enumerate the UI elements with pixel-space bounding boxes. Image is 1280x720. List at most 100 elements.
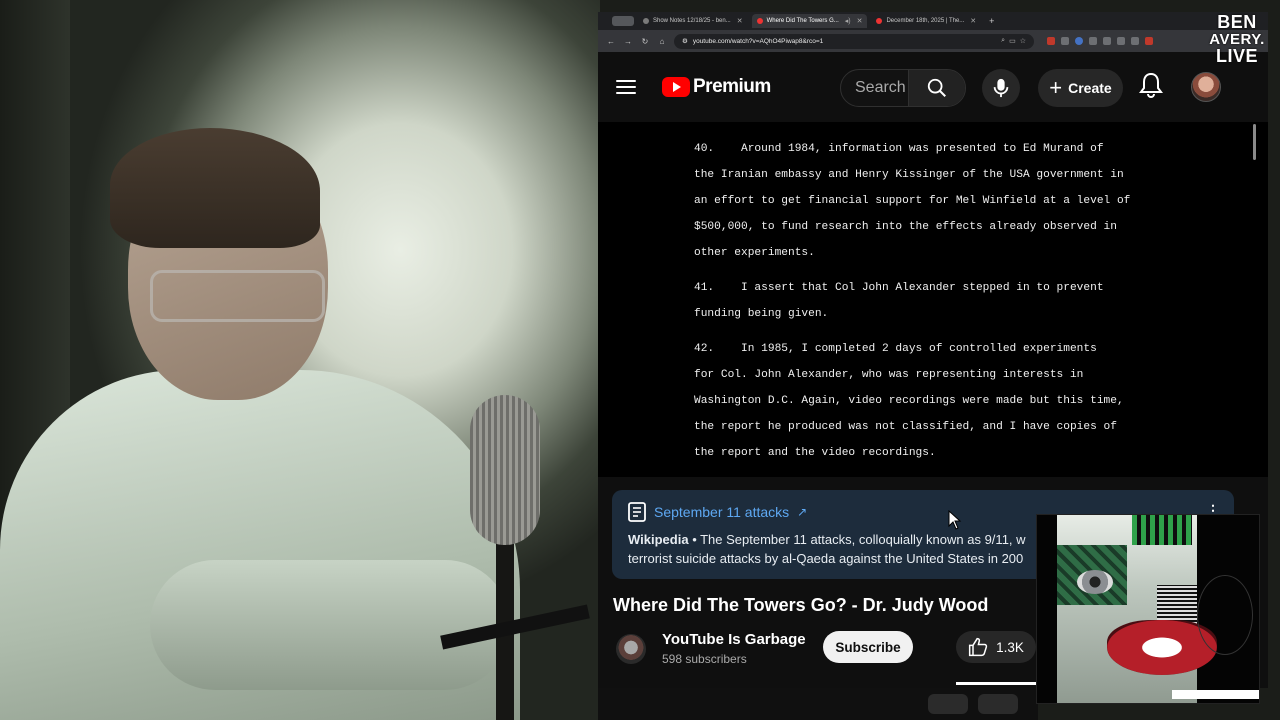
video-title: Where Did The Towers Go? - Dr. Judy Wood <box>613 595 989 615</box>
youtube-play-icon <box>662 77 690 97</box>
logo-text: Premium <box>693 76 771 97</box>
document-line: $500,000, to fund research into the effe… <box>694 221 1117 233</box>
context-card-text-2: terrorist suicide attacks by al-Qaeda ag… <box>628 551 1024 566</box>
webcam-feed <box>0 0 600 720</box>
streamer-glasses <box>150 270 325 322</box>
site-info-icon[interactable]: ⚙ <box>682 37 688 45</box>
tab-group-icon[interactable] <box>612 16 634 26</box>
subscriber-count: 598 subscribers <box>662 652 747 666</box>
page-scrollbar[interactable] <box>1253 124 1256 160</box>
bookmark-star-icon[interactable]: ☆ <box>1020 37 1026 45</box>
video-player[interactable]: 40. Around 1984, information was present… <box>598 122 1268 477</box>
studio-microphone <box>470 395 540 545</box>
search-button[interactable] <box>908 70 965 106</box>
omnibox-actions: ⌕ ▭ ☆ <box>1001 37 1026 45</box>
tab-favicon-icon <box>876 18 883 24</box>
background-blur <box>928 694 968 714</box>
extension-icon[interactable] <box>1061 37 1069 45</box>
streamer-crossed-arms <box>150 560 510 690</box>
microphone-icon <box>993 78 1009 98</box>
channel-avatar[interactable] <box>616 633 646 664</box>
home-icon[interactable]: ⌂ <box>657 37 667 46</box>
notifications-bell-icon[interactable] <box>1139 72 1163 98</box>
tab-favicon-icon <box>643 18 649 24</box>
context-card-body: Wikipedia • The September 11 attacks, co… <box>628 530 1048 568</box>
extension-icon[interactable] <box>1145 37 1153 45</box>
tab-audio-icon[interactable]: ◂) <box>845 17 851 25</box>
account-avatar[interactable] <box>1191 72 1221 102</box>
mouse-cursor-icon <box>948 510 962 530</box>
create-button[interactable]: + Create <box>1038 69 1123 107</box>
document-paragraph: 41. I assert that Col John Alexander ste… <box>694 275 1154 327</box>
document-line: Washington D.C. Again, video recordings … <box>694 395 1124 407</box>
reload-icon[interactable]: ↻ <box>640 37 650 46</box>
document-line: other experiments. <box>694 247 815 259</box>
tab-december-episode[interactable]: December 18th, 2025 | The... ✕ <box>871 14 981 28</box>
tab-youtube-video[interactable]: Where Did The Towers G... ◂) ✕ <box>751 14 868 28</box>
stream-frame: Show Notes 12/18/25 - ben... ✕ Where Did… <box>0 0 1280 720</box>
document-line: the report he produced was not classifie… <box>694 421 1117 433</box>
like-button[interactable]: 1.3K <box>956 631 1036 663</box>
tab-close-icon[interactable]: ✕ <box>737 17 743 25</box>
menu-icon[interactable] <box>616 80 636 94</box>
create-label: Create <box>1068 80 1112 96</box>
tab-label: December 18th, 2025 | The... <box>886 18 965 24</box>
extensions-bar <box>1047 37 1153 45</box>
document-line: an effort to get financial support for M… <box>694 195 1131 207</box>
new-tab-icon[interactable]: + <box>989 16 994 26</box>
url-text: youtube.com/watch?v=AQhO4Piwap8&rco=1 <box>692 37 824 45</box>
youtube-premium-logo[interactable]: Premium <box>662 76 771 98</box>
like-count: 1.3K <box>996 639 1024 655</box>
extension-icon[interactable] <box>1047 37 1055 45</box>
context-card-text-1: • The September 11 attacks, colloquially… <box>688 532 1026 547</box>
tab-show-notes[interactable]: Show Notes 12/18/25 - ben... ✕ <box>638 14 748 28</box>
document-line: 40. Around 1984, information was present… <box>694 143 1104 155</box>
tab-label: Show Notes 12/18/25 - ben... <box>653 18 731 24</box>
context-card-title[interactable]: September 11 attacks <box>654 504 789 520</box>
forward-icon[interactable]: → <box>623 37 633 46</box>
document-line: the Iranian embassy and Henry Kissinger … <box>694 169 1124 181</box>
extension-icon[interactable] <box>1117 37 1125 45</box>
channel-name[interactable]: YouTube Is Garbage <box>662 631 806 648</box>
logo-line-3: LIVE <box>1215 46 1258 66</box>
address-bar[interactable]: ⚙ youtube.com/watch?v=AQhO4Piwap8&rco=1 … <box>674 33 1034 49</box>
tab-close-icon[interactable]: ✕ <box>857 17 863 25</box>
plus-icon: + <box>1049 75 1063 100</box>
back-icon[interactable]: ← <box>606 37 616 46</box>
glitch-outline <box>1197 575 1253 655</box>
glitch-white-bar <box>1172 690 1259 699</box>
subscribe-button[interactable]: Subscribe <box>823 631 913 663</box>
tab-label: Where Did The Towers G... <box>766 18 839 24</box>
streamer-hair <box>110 128 320 248</box>
search-input[interactable]: Search <box>840 69 966 107</box>
document-line: funding being given. <box>694 308 829 320</box>
tab-close-icon[interactable]: ✕ <box>970 17 976 25</box>
ben-avery-live-logo: BEN AVERY. LIVE <box>1205 13 1269 68</box>
document-line: the report and the video recordings. <box>694 447 936 459</box>
like-underline <box>956 682 1036 685</box>
document-line: 41. I assert that Col John Alexander ste… <box>694 282 1104 294</box>
desktop-bottom-strip <box>598 688 1038 720</box>
document-line: for Col. John Alexander, who was represe… <box>694 369 1084 381</box>
zoom-icon[interactable]: ⌕ <box>1001 37 1005 45</box>
background-blur <box>978 694 1018 714</box>
thumbs-up-icon <box>969 637 988 657</box>
context-card-source: Wikipedia <box>628 532 689 547</box>
extension-icon[interactable] <box>1089 37 1097 45</box>
tab-strip: Show Notes 12/18/25 - ben... ✕ Where Did… <box>598 12 1268 30</box>
document-line: 42. In 1985, I completed 2 days of contr… <box>694 343 1097 355</box>
channel-text: YouTube Is Garbage 598 subscribers <box>662 631 806 666</box>
search-placeholder: Search <box>855 79 906 96</box>
voice-search-button[interactable] <box>982 69 1020 107</box>
glitch-eye <box>1077 570 1113 594</box>
extension-icon[interactable] <box>1103 37 1111 45</box>
channel-info: YouTube Is Garbage 598 subscribers <box>616 631 806 666</box>
document-text: 40. Around 1984, information was present… <box>694 136 1154 475</box>
document-paragraph: 40. Around 1984, information was present… <box>694 136 1154 266</box>
extension-icon[interactable] <box>1131 37 1139 45</box>
extension-icon[interactable] <box>1075 37 1083 45</box>
cast-icon[interactable]: ▭ <box>1009 37 1016 45</box>
search-icon <box>927 78 946 97</box>
document-paragraph: 42. In 1985, I completed 2 days of contr… <box>694 336 1154 466</box>
external-link-icon[interactable]: ↗ <box>797 505 807 519</box>
